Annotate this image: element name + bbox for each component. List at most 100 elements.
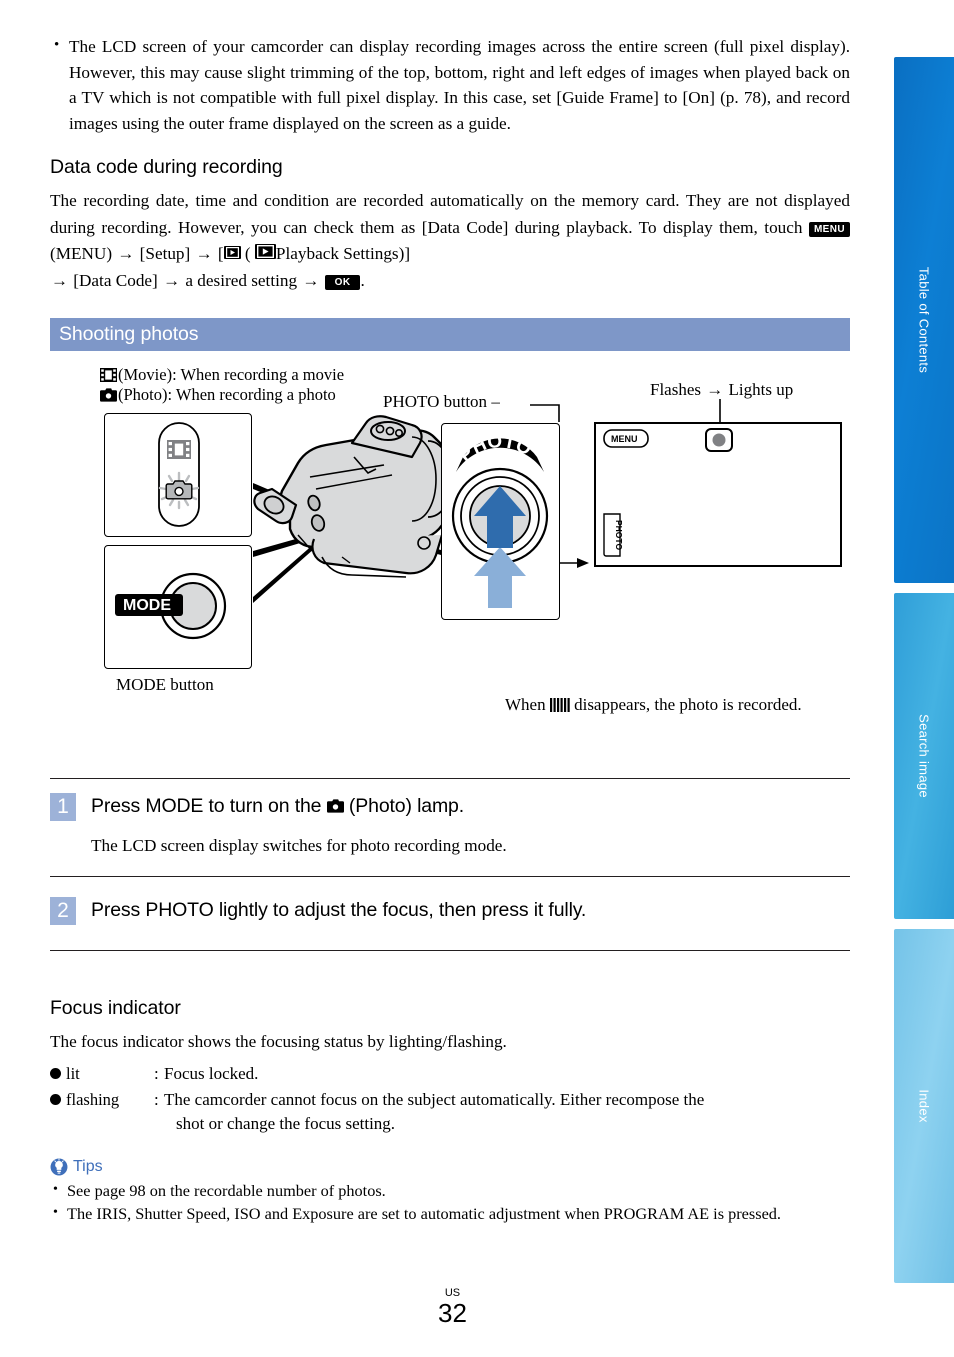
- desired-setting-label: a desired setting: [185, 270, 298, 290]
- step-2-title: Press PHOTO lightly to adjust the focus,…: [91, 899, 587, 921]
- data-code-paragraph: The recording date, time and condition a…: [50, 188, 850, 294]
- ok-key-icon: OK: [324, 274, 361, 290]
- list-item: See page 98 on the recordable number of …: [50, 1178, 850, 1202]
- data-code-text-1: The recording date, time and condition a…: [50, 191, 850, 237]
- focus-state-label: lit: [66, 1063, 80, 1083]
- caption-flashes-lights-up: Flashes → Lights up: [650, 380, 793, 400]
- arrow-icon: →: [195, 244, 213, 263]
- illustration-shooting-photos: (Movie): When recording a movie (Photo):…: [50, 365, 850, 760]
- page-footer: US 32: [0, 1288, 905, 1328]
- sidebar-tab-table-of-contents[interactable]: Table of Contents: [892, 55, 954, 585]
- focus-dot-icon: [50, 1067, 61, 1079]
- panel-lcd-screen: MENU PHOTO: [594, 422, 842, 567]
- table-row: lit : Focus locked.: [50, 1062, 850, 1086]
- lcd-photo-button: PHOTO: [603, 513, 624, 557]
- panel-mode-lamp: [104, 413, 252, 537]
- menu-key-icon: MENU: [808, 221, 850, 237]
- heading-data-code: Data code during recording: [50, 156, 283, 178]
- list-item: The LCD screen of your camcorder can dis…: [50, 33, 850, 136]
- focus-state-flashing: flashing: [50, 1088, 154, 1112]
- caption-photo-text: PHOTO button: [383, 392, 488, 411]
- focus-value: The camcorder cannot focus on the subjec…: [164, 1088, 704, 1136]
- step-1-description: The LCD screen display switches for phot…: [91, 836, 507, 855]
- focus-value-line1: The camcorder cannot focus on the subjec…: [164, 1089, 705, 1109]
- focus-value: Focus locked.: [164, 1063, 259, 1083]
- photo-label-text: PHOTO: [455, 431, 535, 467]
- divider: [50, 950, 850, 951]
- step-1: 1 Press MODE to turn on the (Photo) lamp…: [50, 793, 850, 821]
- focus-colon: :: [154, 1063, 159, 1083]
- panel-photo-button: PHOTO: [441, 423, 560, 620]
- step-2: 2 Press PHOTO lightly to adjust the focu…: [50, 897, 850, 925]
- leader-photo-caption: [530, 404, 560, 422]
- step-1-title-after: (Photo) lamp.: [348, 795, 465, 817]
- list-item: The IRIS, Shutter Speed, ISO and Exposur…: [50, 1201, 850, 1225]
- arrow-icon: →: [163, 270, 181, 290]
- divider: [50, 778, 850, 779]
- playback-settings-label: Playback Settings)]: [275, 244, 411, 263]
- arrow-icon: →: [117, 244, 135, 263]
- lcd-menu-label: MENU: [611, 434, 638, 444]
- camcorder-grip: [311, 534, 444, 575]
- tips-label: Tips: [73, 1157, 103, 1175]
- leader-photo-to-lcd: [558, 525, 577, 564]
- arrow-icon: →: [51, 270, 68, 290]
- lcd-photo-label: PHOTO: [614, 520, 624, 550]
- mode-label-text: MODE: [123, 597, 171, 614]
- panel-mode-button: MODE: [104, 545, 252, 669]
- recording-bars-icon: [549, 698, 570, 712]
- playback-icon: [223, 246, 241, 259]
- paren-open: (: [244, 244, 251, 263]
- focus-state-lit: lit: [50, 1062, 154, 1086]
- sidebar-tab-search-image[interactable]: Search image: [892, 591, 954, 921]
- camcorder-mic-hole: [395, 429, 404, 438]
- table-row: flashing : The camcorder cannot focus on…: [50, 1088, 850, 1136]
- sidebar-tab-label: Table of Contents: [916, 266, 932, 374]
- lcd-screen-graphic: MENU PHOTO: [603, 428, 733, 557]
- sidebar-tab-rail: Table of Contents Search image Index: [892, 55, 954, 1285]
- focus-indicator-dot: [712, 433, 726, 447]
- focus-intro-text: The focus indicator shows the focusing s…: [50, 1032, 507, 1051]
- mode-button-graphic: MODE: [115, 572, 227, 640]
- camcorder-mic-hole: [375, 424, 385, 434]
- period: .: [360, 270, 365, 290]
- sidebar-tab-label: Search image: [916, 714, 932, 798]
- caption-mode-button: MODE button: [116, 675, 214, 694]
- photo-camera-icon: [326, 799, 344, 813]
- sidebar-tab-label: Index: [916, 1089, 932, 1123]
- arrowhead-to-lcd: [577, 558, 589, 568]
- caption-photo-button: PHOTO button –: [383, 392, 500, 411]
- step-1-title: Press MODE to turn on the (Photo) lamp.: [91, 793, 464, 819]
- focus-dot-icon: [50, 1093, 61, 1105]
- focus-value-line2: shot or change the focus setting.: [176, 1113, 396, 1133]
- focus-indicator-table: lit : Focus locked. flashing : The camco…: [50, 1062, 850, 1136]
- page-content: The LCD screen of your camcorder can dis…: [50, 33, 850, 1225]
- lamp-movie-icon: [167, 440, 191, 459]
- data-code-menu-label: [Data Code]: [73, 270, 158, 290]
- tips-header: Tips: [50, 1158, 850, 1176]
- step-number-badge: 2: [50, 897, 76, 925]
- photo-button-graphic: PHOTO: [451, 431, 549, 608]
- camcorder-illustration: [253, 415, 468, 578]
- flashes-label: Flashes: [650, 380, 701, 399]
- camcorder-mic-hole: [385, 426, 395, 436]
- lights-up-label: Lights up: [728, 380, 794, 399]
- sidebar-tab-index[interactable]: Index: [892, 927, 954, 1285]
- focus-colon: :: [154, 1089, 159, 1109]
- page-number: 32: [438, 1298, 467, 1328]
- section-header-shooting-photos: Shooting photos: [50, 318, 850, 351]
- section-title: Shooting photos: [59, 323, 199, 345]
- step-1-title-before: Press MODE to turn on the: [91, 795, 322, 817]
- playback-icon: [254, 244, 276, 259]
- arrow-icon: →: [302, 270, 320, 290]
- bracket-open: [: [217, 244, 224, 263]
- tips-list: See page 98 on the recordable number of …: [50, 1178, 850, 1225]
- focus-state-label: flashing: [66, 1089, 120, 1109]
- when-suffix: disappears, the photo is recorded.: [574, 695, 802, 714]
- step-number-badge: 1: [50, 793, 76, 821]
- mode-lamp-graphic: [158, 422, 200, 527]
- intro-bullet-list: The LCD screen of your camcorder can dis…: [50, 33, 850, 136]
- arrow-icon: →: [706, 380, 724, 399]
- caption-recording-bar: When disappears, the photo is recorded.: [505, 695, 802, 715]
- setup-menu-label: [Setup]: [139, 244, 191, 263]
